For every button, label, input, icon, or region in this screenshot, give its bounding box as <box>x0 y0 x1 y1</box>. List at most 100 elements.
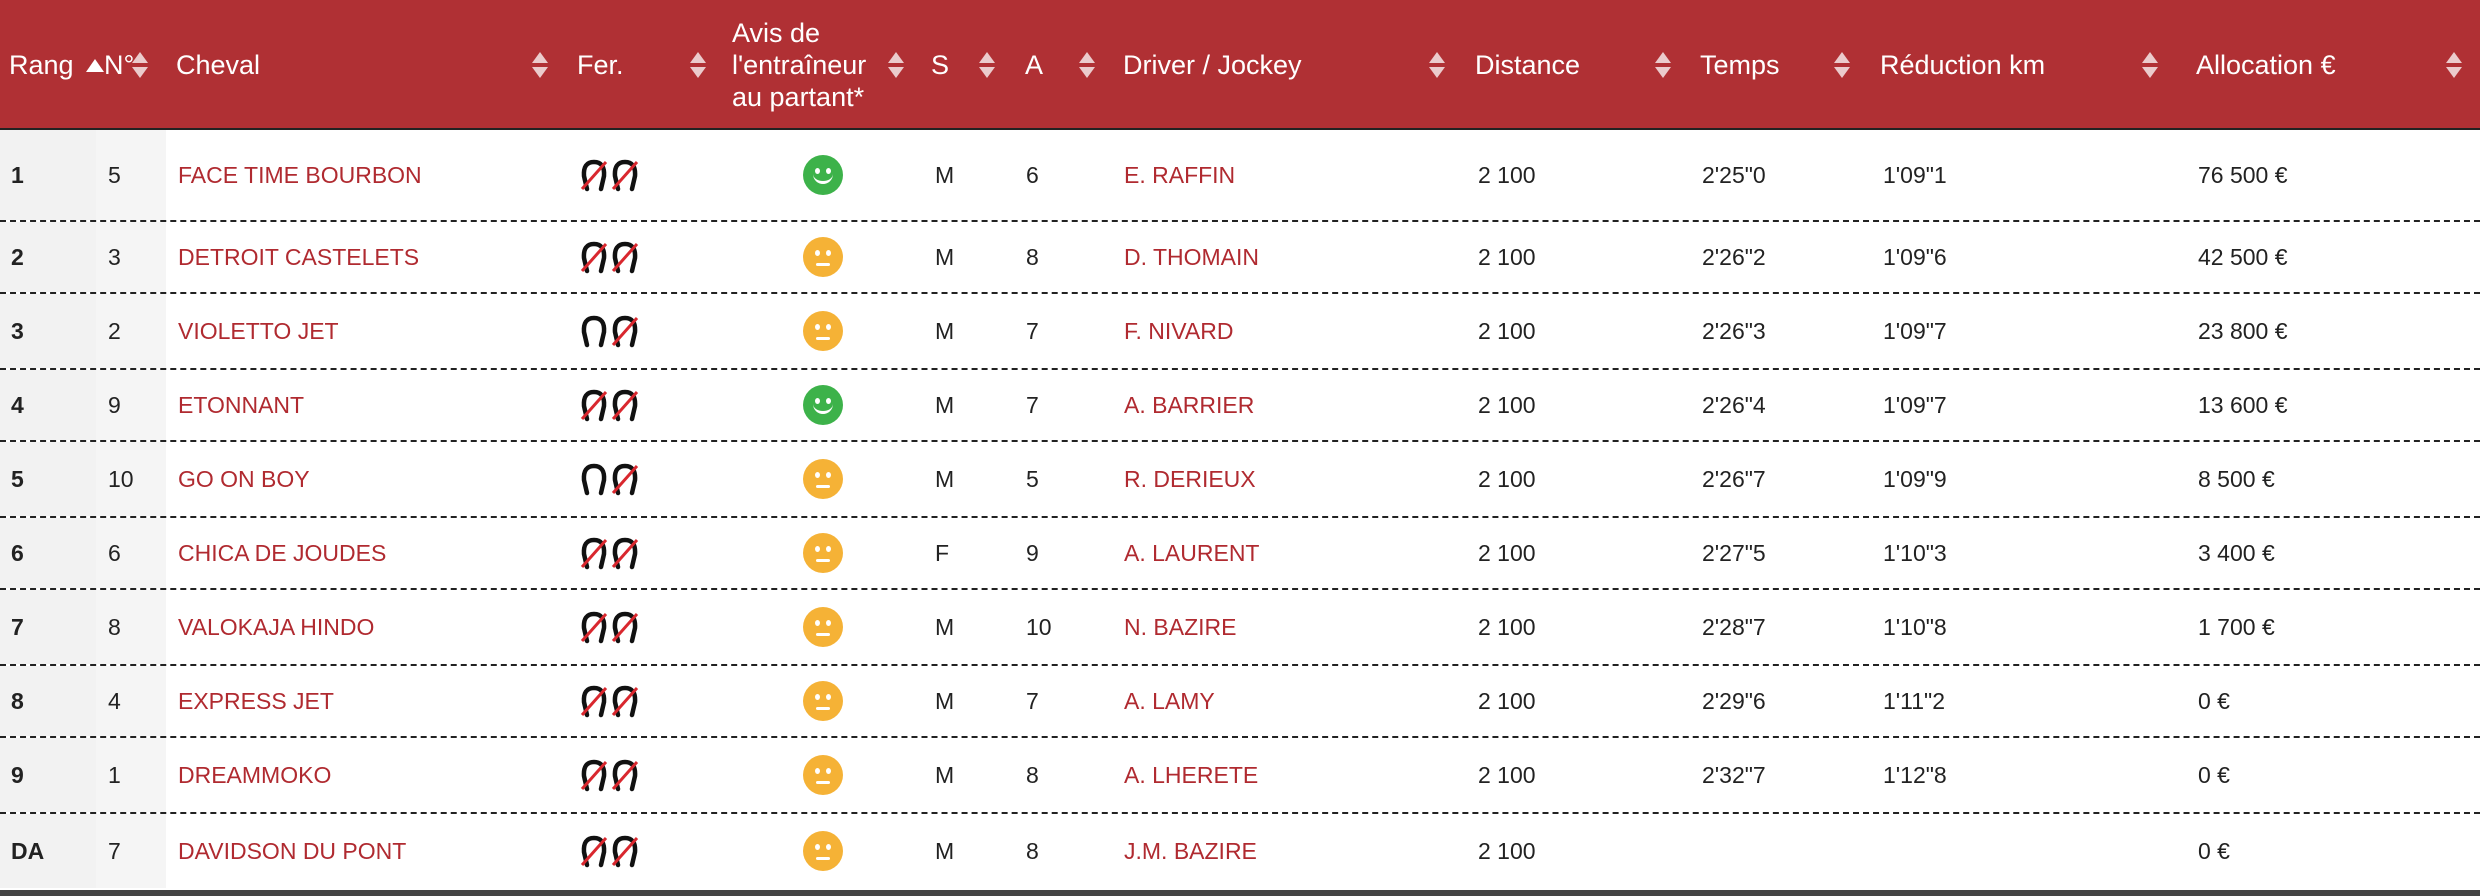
sex-cell: F <box>935 539 950 566</box>
sex-cell: M <box>935 613 955 640</box>
number-cell-bg <box>96 130 166 220</box>
sort-toggle-icon[interactable] <box>690 50 706 80</box>
table-row[interactable]: 6 6 CHICA DE JOUDES F 9 A. LAURENT 2 100 2'27"5… <box>0 518 2480 590</box>
driver-link[interactable]: J.M. BAZIRE <box>1124 814 1257 888</box>
neutral-smiley-icon <box>803 755 843 795</box>
table-row[interactable]: 1 5 FACE TIME BOURBON M 6 E. RAFFIN 2 100 2'25"… <box>0 130 2480 222</box>
rank-cell: 5 <box>11 465 24 492</box>
shoe-crossed-icon <box>580 536 608 570</box>
shoeing-cell <box>580 814 639 888</box>
horse-name-link[interactable]: DAVIDSON DU PONT <box>178 814 406 888</box>
allocation-cell: 0 € <box>2198 687 2230 714</box>
driver-link[interactable]: A. LHERETE <box>1124 738 1258 812</box>
shoe-crossed-icon <box>611 834 639 868</box>
shoeing-cell <box>580 738 639 812</box>
shoe-crossed-icon <box>580 388 608 422</box>
sort-toggle-icon[interactable] <box>1834 50 1850 80</box>
sort-toggle-icon[interactable] <box>1079 50 1095 80</box>
table-header: Rang N° Cheval Fer. Avis de l'entraîneur au … <box>0 2 2480 130</box>
driver-link[interactable]: A. BARRIER <box>1124 370 1254 440</box>
horse-name-link[interactable]: GO ON BOY <box>178 442 310 516</box>
number-cell-bg <box>96 370 166 440</box>
age-cell: 10 <box>1026 613 1052 640</box>
rank-cell: 1 <box>11 161 24 188</box>
column-header-fer[interactable]: Fer. <box>577 2 697 128</box>
sort-up-icon <box>1429 52 1445 63</box>
horse-name-link[interactable]: VALOKAJA HINDO <box>178 590 374 664</box>
column-header-allocation[interactable]: Allocation € <box>2196 2 2456 128</box>
column-header-label: Fer. <box>577 50 624 80</box>
sort-up-icon <box>888 52 904 63</box>
table-row[interactable]: 9 1 DREAMMOKO M 8 A. LHERETE 2 100 2'32"7 1'12"8… <box>0 738 2480 814</box>
sort-down-icon <box>2446 67 2462 78</box>
shoeing-cell <box>580 666 639 736</box>
age-cell: 7 <box>1026 687 1039 714</box>
neutral-smiley-icon <box>803 681 843 721</box>
column-header-age[interactable]: A <box>1025 2 1085 128</box>
number-cell: 5 <box>108 161 121 188</box>
column-header-temps[interactable]: Temps <box>1700 2 1850 128</box>
column-header-cheval[interactable]: Cheval <box>176 2 556 128</box>
sort-ascending-icon[interactable] <box>85 58 104 72</box>
horse-name-link[interactable]: FACE TIME BOURBON <box>178 130 422 220</box>
sort-toggle-icon[interactable] <box>979 50 995 80</box>
scrollbar-track[interactable] <box>0 890 2480 896</box>
table-row[interactable]: 3 2 VIOLETTO JET M 7 F. NIVARD 2 100 2'26"3 1'09… <box>0 294 2480 370</box>
driver-link[interactable]: D. THOMAIN <box>1124 222 1259 292</box>
horse-name-link[interactable]: DETROIT CASTELETS <box>178 222 419 292</box>
sort-toggle-icon[interactable] <box>888 50 904 80</box>
sort-toggle-icon[interactable] <box>1429 50 1445 80</box>
column-header-label: Allocation € <box>2196 50 2336 80</box>
table-row[interactable]: 4 9 ETONNANT M 7 A. BARRIER 2 100 2'26"4 1'09"7 1… <box>0 370 2480 442</box>
number-cell: 8 <box>108 613 121 640</box>
horse-name-link[interactable]: ETONNANT <box>178 370 304 440</box>
column-header-distance[interactable]: Distance <box>1475 2 1675 128</box>
column-header-reduction[interactable]: Réduction km <box>1880 2 2160 128</box>
column-header-label: Rang <box>9 50 74 80</box>
horse-name-link[interactable]: EXPRESS JET <box>178 666 334 736</box>
time-cell: 2'28"7 <box>1702 613 1766 640</box>
sort-toggle-icon[interactable] <box>2446 50 2462 80</box>
number-cell: 10 <box>108 465 134 492</box>
column-header-rang[interactable]: Rang <box>9 2 109 128</box>
sort-down-icon <box>1655 67 1671 78</box>
driver-link[interactable]: R. DERIEUX <box>1124 442 1256 516</box>
sort-down-icon <box>2142 67 2158 78</box>
driver-link[interactable]: E. RAFFIN <box>1124 130 1235 220</box>
trainer-opinion-cell <box>803 370 843 440</box>
sort-toggle-icon[interactable] <box>132 50 148 80</box>
neutral-smiley-icon <box>803 533 843 573</box>
table-row[interactable]: 2 3 DETROIT CASTELETS M 8 D. THOMAIN 2 100 2'26… <box>0 222 2480 294</box>
shoeing-cell <box>580 370 639 440</box>
distance-cell: 2 100 <box>1478 465 1536 492</box>
positive-smiley-icon <box>803 155 843 195</box>
horse-name-link[interactable]: DREAMMOKO <box>178 738 331 812</box>
table-row[interactable]: 7 8 VALOKAJA HINDO M 10 N. BAZIRE 2 100 2'28"7 1… <box>0 590 2480 666</box>
allocation-cell: 8 500 € <box>2198 465 2275 492</box>
rank-cell: 8 <box>11 687 24 714</box>
horse-name-link[interactable]: VIOLETTO JET <box>178 294 339 368</box>
sort-toggle-icon[interactable] <box>2142 50 2158 80</box>
number-cell: 3 <box>108 243 121 270</box>
table-row[interactable]: DA 7 DAVIDSON DU PONT M 8 J.M. BAZIRE 2 100 0 € <box>0 814 2480 888</box>
sort-toggle-icon[interactable] <box>532 50 548 80</box>
shoe-icon <box>580 314 608 348</box>
shoe-crossed-icon <box>611 388 639 422</box>
number-cell: 4 <box>108 687 121 714</box>
column-header-avis[interactable]: Avis de l'entraîneur au partant* <box>732 2 907 128</box>
table-row[interactable]: 8 4 EXPRESS JET M 7 A. LAMY 2 100 2'29"6 1'11"2 0… <box>0 666 2480 738</box>
column-header-label: Avis de l'entraîneur au partant* <box>732 18 867 112</box>
distance-cell: 2 100 <box>1478 613 1536 640</box>
allocation-cell: 23 800 € <box>2198 317 2288 344</box>
driver-link[interactable]: A. LAURENT <box>1124 518 1259 588</box>
column-header-driver[interactable]: Driver / Jockey <box>1123 2 1423 128</box>
horse-name-link[interactable]: CHICA DE JOUDES <box>178 518 386 588</box>
shoe-crossed-icon <box>611 462 639 496</box>
sort-up-icon <box>690 52 706 63</box>
driver-link[interactable]: A. LAMY <box>1124 666 1215 736</box>
table-row[interactable]: 5 10 GO ON BOY M 5 R. DERIEUX 2 100 2'26"7 1'09"… <box>0 442 2480 518</box>
driver-link[interactable]: N. BAZIRE <box>1124 590 1236 664</box>
neutral-smiley-icon <box>803 459 843 499</box>
driver-link[interactable]: F. NIVARD <box>1124 294 1233 368</box>
sort-toggle-icon[interactable] <box>1655 50 1671 80</box>
